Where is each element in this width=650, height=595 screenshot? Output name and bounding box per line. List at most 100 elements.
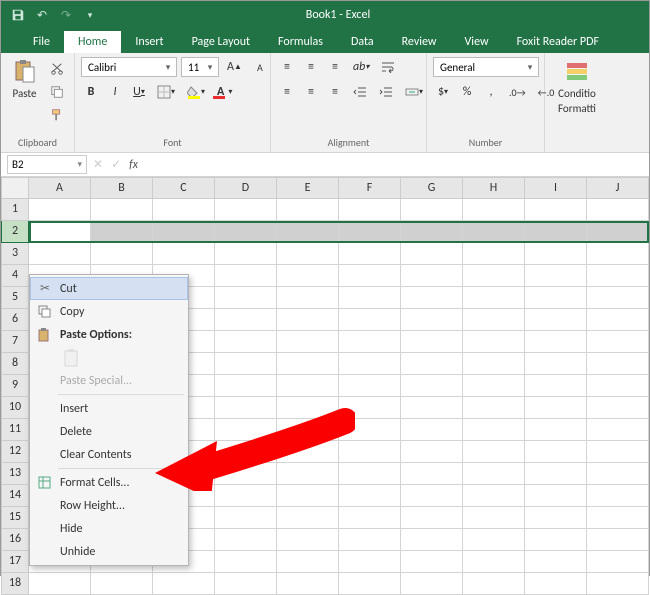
cell[interactable] <box>215 529 277 551</box>
cell[interactable] <box>277 529 339 551</box>
cell[interactable] <box>525 221 587 243</box>
cell[interactable] <box>401 287 463 309</box>
insert-function-icon[interactable]: fx <box>129 158 138 172</box>
borders-button[interactable]: ▾ <box>153 82 179 102</box>
cell[interactable] <box>587 243 649 265</box>
tab-file[interactable]: File <box>19 31 64 53</box>
tab-review[interactable]: Review <box>388 31 451 53</box>
cell[interactable] <box>215 441 277 463</box>
cell[interactable] <box>91 199 153 221</box>
increase-decimal-icon[interactable]: .0→ <box>505 82 530 102</box>
row-header[interactable]: 13 <box>1 463 29 485</box>
cell[interactable] <box>401 463 463 485</box>
cell[interactable] <box>277 507 339 529</box>
cell[interactable] <box>277 573 339 595</box>
row-header[interactable]: 15 <box>1 507 29 529</box>
font-size-combo[interactable]: 11▾ <box>181 57 219 77</box>
cell[interactable] <box>587 529 649 551</box>
fill-color-button[interactable]: ▾ <box>183 82 209 102</box>
copy-button[interactable] <box>46 82 68 102</box>
cell[interactable] <box>277 309 339 331</box>
cell[interactable] <box>401 573 463 595</box>
cell[interactable] <box>339 419 401 441</box>
cell[interactable] <box>277 397 339 419</box>
cell[interactable] <box>339 199 401 221</box>
cell[interactable] <box>463 287 525 309</box>
column-header[interactable]: A <box>29 177 91 199</box>
cell[interactable] <box>463 441 525 463</box>
undo-icon[interactable]: ↶ <box>33 6 51 24</box>
cell[interactable] <box>153 243 215 265</box>
ctx-paste-default[interactable] <box>30 346 188 369</box>
tab-page-layout[interactable]: Page Layout <box>178 31 264 53</box>
redo-icon[interactable]: ↷ <box>57 6 75 24</box>
ctx-cut[interactable]: ✂Cut <box>30 277 188 300</box>
cell[interactable] <box>463 331 525 353</box>
conditional-formatting-button[interactable]: Conditio Formatti <box>551 57 597 115</box>
cell[interactable] <box>215 199 277 221</box>
cell[interactable] <box>525 265 587 287</box>
cell[interactable] <box>463 353 525 375</box>
cell[interactable] <box>401 441 463 463</box>
cell[interactable] <box>277 221 339 243</box>
cell[interactable] <box>525 419 587 441</box>
bold-button[interactable]: B <box>81 82 101 102</box>
font-color-button[interactable]: A▾ <box>213 82 236 102</box>
cancel-formula-icon[interactable]: ✕ <box>93 157 103 172</box>
cell[interactable] <box>525 243 587 265</box>
cell[interactable] <box>401 199 463 221</box>
cell[interactable] <box>215 397 277 419</box>
cell[interactable] <box>215 309 277 331</box>
cell[interactable] <box>401 375 463 397</box>
column-header[interactable]: C <box>153 177 215 199</box>
cell[interactable] <box>29 221 91 243</box>
align-right-icon[interactable]: ≡ <box>325 82 345 102</box>
cell[interactable] <box>215 265 277 287</box>
cell[interactable] <box>587 331 649 353</box>
ctx-insert[interactable]: Insert <box>30 397 188 420</box>
cell[interactable] <box>339 221 401 243</box>
column-header[interactable]: I <box>525 177 587 199</box>
cell[interactable] <box>463 265 525 287</box>
cell[interactable] <box>215 375 277 397</box>
cell[interactable] <box>401 309 463 331</box>
cell[interactable] <box>525 397 587 419</box>
cell[interactable] <box>277 551 339 573</box>
cell[interactable] <box>277 375 339 397</box>
cell[interactable] <box>525 309 587 331</box>
cell[interactable] <box>587 309 649 331</box>
column-header[interactable]: G <box>401 177 463 199</box>
cell[interactable] <box>463 309 525 331</box>
tab-home[interactable]: Home <box>64 31 121 53</box>
cell[interactable] <box>339 463 401 485</box>
row-header[interactable]: 8 <box>1 353 29 375</box>
cell[interactable] <box>463 221 525 243</box>
align-top-icon[interactable]: ≡ <box>277 57 297 77</box>
cell[interactable] <box>215 551 277 573</box>
cell[interactable] <box>525 199 587 221</box>
ctx-format-cells[interactable]: Format Cells... <box>30 471 188 494</box>
column-header[interactable]: F <box>339 177 401 199</box>
qat-dropdown-icon[interactable]: ▾ <box>81 6 99 24</box>
select-all-corner[interactable] <box>1 177 29 199</box>
column-header[interactable]: D <box>215 177 277 199</box>
row-header[interactable]: 6 <box>1 309 29 331</box>
row-header[interactable]: 17 <box>1 551 29 573</box>
comma-format-icon[interactable]: , <box>481 82 501 102</box>
paste-button[interactable]: Paste <box>7 57 42 100</box>
cell[interactable] <box>525 529 587 551</box>
cell[interactable] <box>463 199 525 221</box>
ctx-copy[interactable]: Copy <box>30 300 188 323</box>
cell[interactable] <box>277 265 339 287</box>
align-bottom-icon[interactable]: ≡ <box>325 57 345 77</box>
cell[interactable] <box>339 265 401 287</box>
cell[interactable] <box>587 287 649 309</box>
row-header[interactable]: 1 <box>1 199 29 221</box>
save-icon[interactable] <box>9 6 27 24</box>
cell[interactable] <box>339 485 401 507</box>
cell[interactable] <box>91 221 153 243</box>
cell[interactable] <box>215 485 277 507</box>
cell[interactable] <box>91 573 153 595</box>
format-painter-button[interactable] <box>46 105 68 125</box>
increase-font-icon[interactable]: A▲ <box>223 57 246 77</box>
